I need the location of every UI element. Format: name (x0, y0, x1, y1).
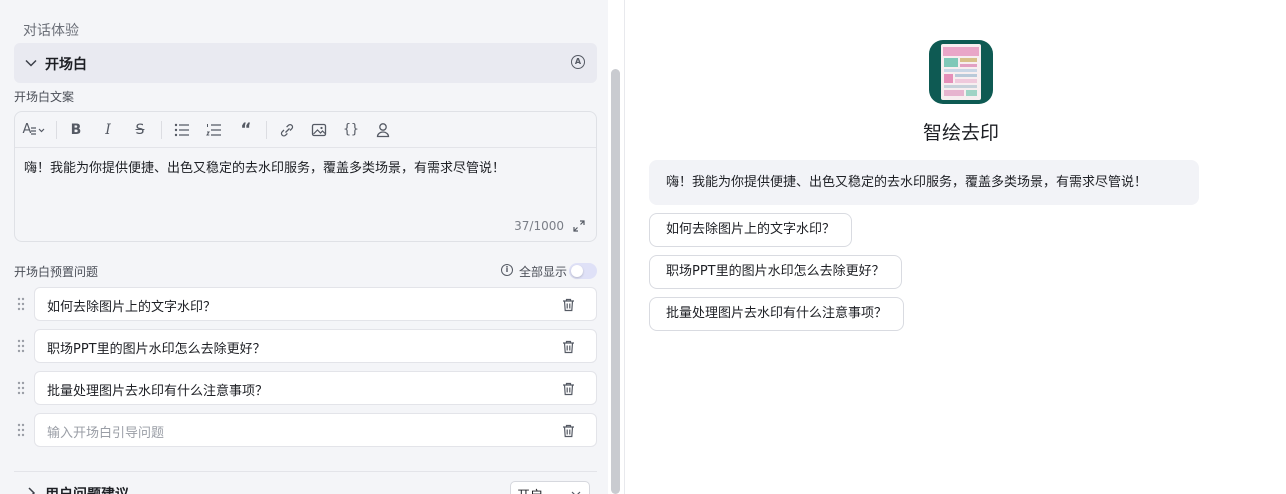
app-avatar (929, 40, 993, 104)
link-icon[interactable] (279, 121, 295, 139)
code-icon[interactable]: {} (342, 121, 360, 139)
numbered-list-icon[interactable] (206, 121, 222, 139)
show-all-label: 全部显示 (518, 265, 567, 279)
app-name: 智绘去印 (922, 122, 999, 144)
chevron-down-icon (571, 491, 581, 494)
trash-icon[interactable] (562, 298, 575, 312)
question-text: 批量处理图片去水印有什么注意事项？ (47, 384, 269, 399)
user-variable-icon[interactable] (375, 121, 391, 139)
toolbar-divider (56, 121, 57, 139)
accordion-title: 开场白 (45, 57, 87, 73)
opening-text-label: 开场白文案 (14, 90, 75, 104)
expand-icon[interactable] (573, 220, 585, 232)
panel-divider (624, 0, 625, 494)
chevron-right-icon (28, 487, 36, 494)
greeting-bubble: 嗨！我能为你提供便捷、出色又稳定的去水印服务，覆盖多类场景，有需求尽管说！ (649, 160, 1199, 205)
new-question-input[interactable]: 输入开场白引导问题 (34, 413, 597, 447)
char-count: 37/1000 (514, 219, 564, 233)
toggle-knob (571, 265, 583, 277)
question-placeholder: 输入开场白引导问题 (47, 426, 165, 441)
preset-questions-label: 开场白预置问题 (14, 265, 99, 279)
suggested-question[interactable]: 职场PPT里的图片水印怎么去除更好？ (649, 255, 902, 289)
drag-handle-icon[interactable] (17, 381, 25, 395)
question-input[interactable]: 如何去除图片上的文字水印？ (34, 287, 597, 321)
bullet-list-icon[interactable] (174, 121, 190, 139)
app-avatar-image (941, 44, 981, 100)
config-panel: 对话体验 开场白 A 开场白文案 A B I S “ {} 嗨！我能为你提供便捷… (0, 0, 608, 494)
accordion-opening-header[interactable]: 开场白 A (14, 43, 597, 83)
editor-toolbar: A B I S “ {} (15, 112, 596, 148)
auto-generate-icon[interactable]: A (571, 55, 585, 69)
question-input[interactable]: 职场PPT里的图片水印怎么去除更好？ (34, 329, 597, 363)
chevron-down-icon (25, 59, 37, 67)
toolbar-divider (161, 121, 162, 139)
opening-text-content[interactable]: 嗨！我能为你提供便捷、出色又稳定的去水印服务，覆盖多类场景，有需求尽管说！ (24, 157, 505, 176)
info-icon[interactable]: i (501, 264, 513, 276)
question-text: 如何去除图片上的文字水印？ (47, 300, 217, 315)
preset-question-row: 批量处理图片去水印有什么注意事项？ (14, 371, 597, 405)
font-size-icon[interactable]: A (21, 121, 47, 139)
suggestions-select[interactable]: 开启 (510, 481, 590, 494)
italic-icon[interactable]: I (100, 121, 116, 139)
drag-handle-icon[interactable] (17, 423, 25, 437)
question-text: 职场PPT里的图片水印怎么去除更好？ (47, 342, 266, 357)
select-value: 开启 (517, 485, 543, 494)
accordion-suggestions-header[interactable]: 用户问题建议 开启 (14, 481, 597, 494)
toolbar-divider (266, 121, 267, 139)
trash-icon[interactable] (562, 382, 575, 396)
preset-question-row: 如何去除图片上的文字水印？ (14, 287, 597, 321)
quote-icon[interactable]: “ (238, 121, 254, 139)
bold-icon[interactable]: B (68, 121, 84, 139)
preset-questions-header: 开场白预置问题 i 全部显示 (14, 263, 597, 279)
trash-icon[interactable] (562, 340, 575, 354)
drag-handle-icon[interactable] (17, 297, 25, 311)
suggested-question[interactable]: 如何去除图片上的文字水印？ (649, 213, 853, 247)
drag-handle-icon[interactable] (17, 339, 25, 353)
trash-icon[interactable] (562, 424, 575, 438)
section-divider (14, 471, 597, 472)
new-question-row: 输入开场白引导问题 (14, 413, 597, 447)
opening-text-editor[interactable]: A B I S “ {} 嗨！我能为你提供便捷、出色又稳定的去水印服务，覆盖多类… (14, 111, 597, 242)
suggestions-title: 用户问题建议 (45, 484, 129, 494)
strikethrough-icon[interactable]: S (132, 121, 148, 139)
suggested-question[interactable]: 批量处理图片去水印有什么注意事项？ (649, 297, 905, 331)
show-all-toggle[interactable] (569, 263, 597, 279)
section-title: 对话体验 (23, 23, 79, 39)
image-icon[interactable] (311, 121, 327, 139)
question-input[interactable]: 批量处理图片去水印有什么注意事项？ (34, 371, 597, 405)
scrollbar[interactable] (611, 69, 620, 494)
preset-question-row: 职场PPT里的图片水印怎么去除更好？ (14, 329, 597, 363)
